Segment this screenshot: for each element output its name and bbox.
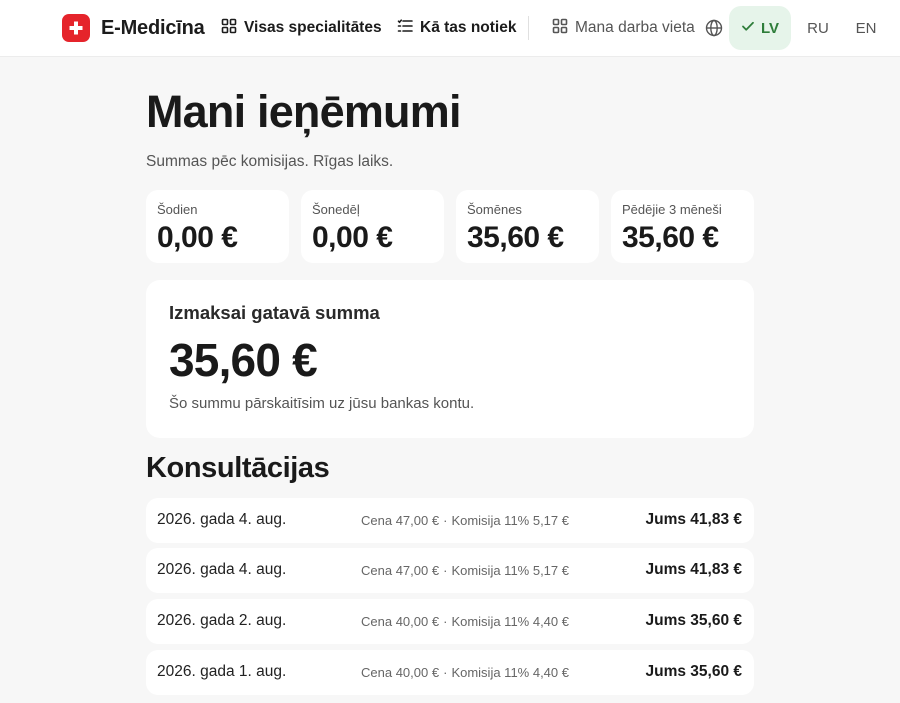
consultation-row[interactable]: 2026. gada 2. aug. Cena 40,00 € · Komisija… xyxy=(146,599,754,644)
consultation-price: Cena 47,00 € xyxy=(361,563,440,578)
check-icon xyxy=(741,19,761,37)
globe-icon xyxy=(705,19,723,42)
brand-link[interactable]: E-Medicīna xyxy=(62,14,205,42)
consultation-row[interactable]: 2026. gada 1. aug. Cena 40,00 € · Komisija… xyxy=(146,650,754,695)
stat-value: 0,00 € xyxy=(312,221,393,254)
page-subtitle: Summas pēc komisijas. Rīgas laiks. xyxy=(146,153,394,170)
lang-ru-label: RU xyxy=(807,19,829,37)
stat-label: Šomēnes xyxy=(467,202,522,217)
nav-my-workplace-label: Mana darba vieta xyxy=(575,19,695,36)
stat-label: Šonedēļ xyxy=(312,202,360,217)
stat-card-this-month: Šomēnes 35,60 € xyxy=(456,190,599,263)
nav-divider xyxy=(528,16,529,40)
grid-icon xyxy=(552,18,575,39)
nav-my-workplace[interactable]: Mana darba vieta xyxy=(552,16,695,40)
nav-all-specialties-label: Visas specialitātes xyxy=(244,19,382,36)
consultation-total: Jums 41,83 € xyxy=(645,561,742,578)
payout-card: Izmaksai gatavā summa 35,60 € Šo summu p… xyxy=(146,280,754,438)
stat-card-this-week: Šonedēļ 0,00 € xyxy=(301,190,444,263)
stat-card-today: Šodien 0,00 € xyxy=(146,190,289,263)
payout-amount: 35,60 € xyxy=(169,334,318,386)
consultation-total: Jums 35,60 € xyxy=(645,663,742,680)
top-navigation-bar: E-Medicīna Visas specialitātes Kā tas no… xyxy=(0,0,900,57)
consultation-total: Jums 41,83 € xyxy=(645,511,742,528)
payout-title: Izmaksai gatavā summa xyxy=(169,302,380,323)
consultations-title: Konsultācijas xyxy=(146,452,330,484)
lang-lv-label: LV xyxy=(760,19,780,37)
consultation-total: Jums 35,60 € xyxy=(645,612,742,629)
consultation-commission: Komisija 11% 5,17 € xyxy=(451,563,569,578)
consultation-row[interactable]: 2026. gada 4. aug. Cena 47,00 € · Komisija… xyxy=(146,548,754,593)
consultation-row[interactable]: 2026. gada 4. aug. Cena 47,00 € · Komisija… xyxy=(146,498,754,543)
brand-name: E-Medicīna xyxy=(101,16,205,39)
consultation-commission: Komisija 11% 4,40 € xyxy=(451,665,569,680)
list-icon xyxy=(397,18,420,39)
page-title: Mani ieņēmumi xyxy=(146,86,461,137)
consultation-commission: Komisija 11% 5,17 € xyxy=(451,513,569,528)
stat-label: Šodien xyxy=(157,202,198,217)
lang-en-button[interactable]: EN xyxy=(845,6,887,50)
lang-en-label: EN xyxy=(855,19,877,37)
stat-value: 35,60 € xyxy=(622,221,719,254)
stat-value: 0,00 € xyxy=(157,221,238,254)
nav-all-specialties[interactable]: Visas specialitātes xyxy=(221,16,382,40)
stat-card-last-3-months: Pēdējie 3 mēneši 35,60 € xyxy=(611,190,754,263)
consultation-price: Cena 40,00 € xyxy=(361,665,440,680)
stat-value: 35,60 € xyxy=(467,221,564,254)
cross-logo-icon xyxy=(62,14,90,42)
lang-ru-button[interactable]: RU xyxy=(797,6,839,50)
nav-how-it-works[interactable]: Kā tas notiek xyxy=(397,16,516,40)
payout-note: Šo summu pārskaitīsim uz jūsu bankas kon… xyxy=(169,395,475,412)
consultation-commission: Komisija 11% 4,40 € xyxy=(451,614,569,629)
consultation-price: Cena 47,00 € xyxy=(361,513,440,528)
consultation-price: Cena 40,00 € xyxy=(361,614,440,629)
grid-icon xyxy=(221,18,244,39)
nav-how-it-works-label: Kā tas notiek xyxy=(420,19,517,36)
stat-label: Pēdējie 3 mēneši xyxy=(622,202,722,217)
lang-lv-button[interactable]: LV xyxy=(729,6,791,50)
